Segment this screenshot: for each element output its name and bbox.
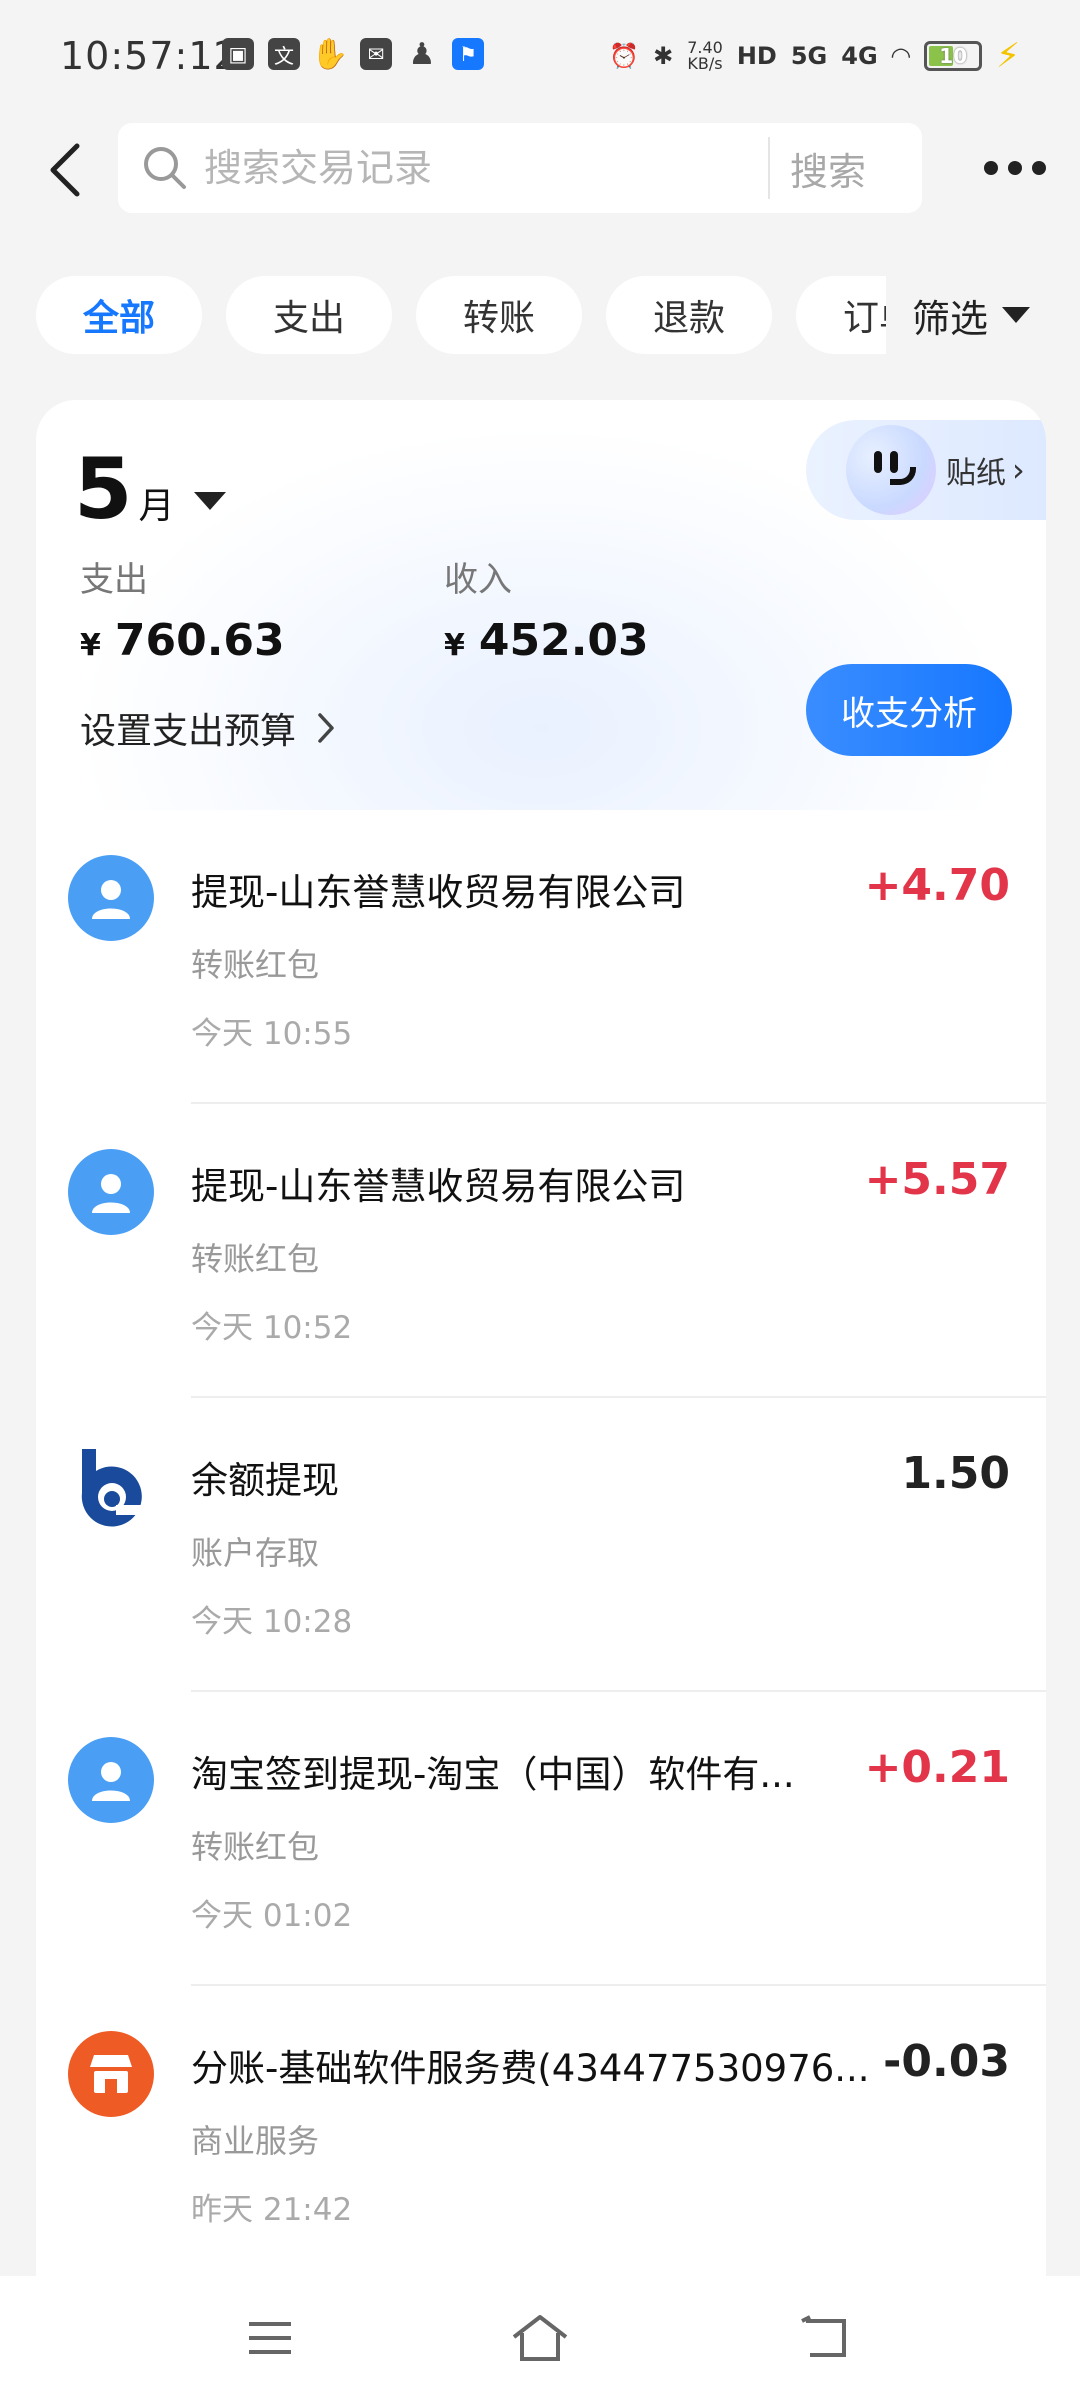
battery-icon: 10 [924,41,983,71]
charging-icon: ⚡ [996,36,1020,76]
expense-value: ¥760.63 [80,615,285,666]
chip-all[interactable]: 全部 [36,276,202,354]
back-button[interactable] [30,130,100,210]
chevron-right-icon [318,713,334,743]
expense-summary: 支出 ¥760.63 [80,552,285,666]
system-navigation-bar [0,2276,1080,2400]
bluetooth-icon: ✱ [653,42,674,70]
transaction-category: 账户存取 [191,1534,320,1572]
app-notification-icon: ▣ [222,38,254,70]
search-input[interactable] [204,141,764,195]
status-bar: 10:57:12 ▣ 文 ✋ ✉ ♟ ⚑ ⏰ ✱ 7.40 KB/s HD 5G… [0,0,1080,110]
search-icon [144,147,186,189]
filter-dropdown-icon [1002,307,1030,323]
search-divider [768,137,770,199]
transaction-time: 今天 10:52 [191,1310,353,1346]
month-unit: 月 [138,486,175,527]
chevron-right-icon: › [1012,451,1025,489]
income-expense-analysis-button[interactable]: 收支分析 [806,664,1012,756]
transaction-amount: 1.50 [901,1448,1010,1499]
transaction-row[interactable]: 余额提现 账户存取 今天 10:28 1.50 [36,1398,1046,1692]
transaction-time: 今天 01:02 [191,1898,353,1934]
status-time: 10:57:12 [60,34,239,78]
back-nav-button[interactable] [780,2306,870,2370]
transaction-time: 今天 10:55 [191,1016,353,1052]
transaction-amount: +0.21 [864,1742,1010,1793]
transaction-category: 转账红包 [191,1828,320,1866]
transaction-time: 昨天 21:42 [191,2192,353,2228]
sticker-label: 贴纸 [946,456,1006,491]
transaction-title: 淘宝签到提现-淘宝（中国）软件有... [191,1753,795,1796]
income-label: 收入 [444,560,512,600]
dictionary-notification-icon: 文 [268,38,300,70]
back-arrow-icon [50,143,80,197]
transaction-title: 余额提现 [191,1459,339,1502]
search-box[interactable]: 搜索 [118,123,922,213]
transaction-card: 贴纸 › 5 月 支出 ¥760.63 收入 ¥452.03 设置支出预算 收支… [36,400,1046,2280]
back-nav-icon [801,2315,846,2357]
month-selector[interactable]: 5 月 [74,440,227,538]
signal-4g-icon: 4G [841,42,878,70]
chip-expense[interactable]: 支出 [226,276,392,354]
signal-5g-icon: 5G [790,42,828,70]
alarm-icon: ⏰ [609,42,640,70]
battery-level: 10 [939,44,968,68]
transaction-amount: +4.70 [864,860,1010,911]
menu-nav-button[interactable] [225,2306,315,2370]
transaction-category: 转账红包 [191,1240,320,1278]
transaction-time: 今天 10:28 [191,1604,353,1640]
handshake-notification-icon: ✋ [311,36,349,72]
transaction-row[interactable]: 分账-基础软件服务费(434477530976... 商业服务 昨天 21:42… [36,1986,1046,2280]
sticker-button[interactable]: 贴纸 › [806,420,1046,520]
qq-notification-icon: ♟ [408,36,436,72]
transaction-amount: +5.57 [864,1154,1010,1205]
bank-logo-icon [68,1443,154,1529]
smiley-sticker-icon [846,425,936,515]
message-notification-icon: ✉ [360,38,392,70]
more-dot-icon [1032,161,1046,175]
budget-label: 设置支出预算 [80,711,297,752]
wifi-icon: ◠ [891,42,911,70]
chip-order[interactable]: 订单 [796,276,891,354]
menu-icon [249,2322,291,2354]
transaction-row[interactable]: 提现-山东誉慧收贸易有限公司 转账红包 今天 10:55 +4.70 [36,810,1046,1104]
system-indicators: ⏰ ✱ 7.40 KB/s HD 5G 4G ◠ 10 ⚡ [609,36,1020,76]
chip-refund[interactable]: 退款 [606,276,772,354]
more-dot-icon [1008,161,1022,175]
transaction-row[interactable]: 提现-山东誉慧收贸易有限公司 转账红包 今天 10:52 +5.57 [36,1104,1046,1398]
income-summary: 收入 ¥452.03 [444,552,649,666]
home-nav-button[interactable] [495,2306,585,2370]
person-icon [68,1149,154,1235]
transaction-title: 提现-山东誉慧收贸易有限公司 [191,871,686,914]
transaction-category: 转账红包 [191,946,320,984]
person-icon [68,855,154,941]
filter-chips: 全部 支出 转账 退款 订单 [36,276,891,354]
person-icon [68,1737,154,1823]
home-icon [512,2315,568,2361]
shop-icon [68,2031,154,2117]
flag-notification-icon: ⚑ [452,38,484,70]
more-button[interactable] [975,140,1055,196]
more-dot-icon [984,161,998,175]
month-number: 5 [74,440,133,538]
filter-label: 筛选 [911,296,988,341]
transaction-amount: -0.03 [883,2036,1010,2087]
expense-label: 支出 [80,560,148,600]
transaction-title: 分账-基础软件服务费(434477530976... [191,2047,870,2090]
chip-transfer[interactable]: 转账 [416,276,582,354]
transaction-title: 提现-山东誉慧收贸易有限公司 [191,1165,686,1208]
transaction-row[interactable]: 淘宝签到提现-淘宝（中国）软件有... 转账红包 今天 01:02 +0.21 [36,1692,1046,1986]
hd-icon: HD [736,42,777,70]
set-budget-link[interactable]: 设置支出预算 [80,702,336,754]
month-dropdown-icon [194,492,227,510]
transaction-category: 商业服务 [191,2122,320,2160]
transaction-list: 提现-山东誉慧收贸易有限公司 转账红包 今天 10:55 +4.70 提现-山东… [36,810,1046,2280]
notification-icons: ▣ 文 ✋ ✉ ♟ ⚑ [222,36,484,72]
filter-button[interactable]: 筛选 [886,276,1056,354]
network-speed: 7.40 KB/s [687,38,723,73]
search-button[interactable]: 搜索 [790,141,866,195]
income-value: ¥452.03 [444,615,649,666]
